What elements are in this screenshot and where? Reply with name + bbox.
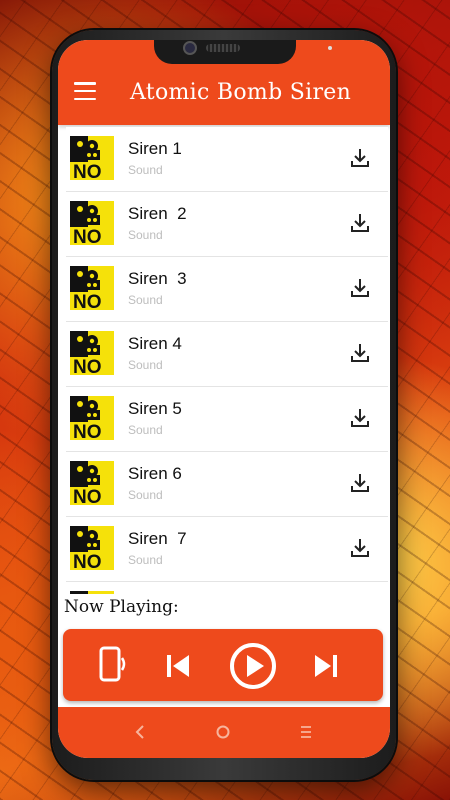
item-subtitle: Sound <box>128 423 163 437</box>
download-icon[interactable] <box>348 406 372 430</box>
item-title: Siren 2 <box>128 204 187 223</box>
item-subtitle: Sound <box>128 228 163 242</box>
svg-text:NO: NO <box>73 552 102 570</box>
download-icon[interactable] <box>348 146 372 170</box>
download-icon[interactable] <box>348 211 372 235</box>
list-item[interactable]: NO Siren 7 Sound <box>66 517 388 582</box>
now-playing-label: Now Playing: <box>64 597 179 617</box>
app-screen: Atomic Bomb Siren NO Siren 1 Sound NO Si… <box>58 40 390 758</box>
list-item[interactable]: NO Siren 5 Sound <box>66 387 388 452</box>
list-item[interactable]: NO Siren 6 Sound <box>66 452 388 517</box>
item-title: Siren 3 <box>128 269 187 288</box>
list-item[interactable]: NO Siren 2 Sound <box>66 192 388 257</box>
earpiece-speaker <box>206 44 240 52</box>
system-nav-bar <box>58 707 390 758</box>
download-icon[interactable] <box>348 276 372 300</box>
list-item[interactable]: NO Siren 3 Sound <box>66 257 388 322</box>
list-item-partial[interactable]: NO <box>66 582 388 594</box>
siren-thumbnail: NO <box>70 201 114 245</box>
play-circle-icon[interactable] <box>228 641 278 691</box>
app-title: Atomic Bomb Siren <box>130 80 352 105</box>
item-title: Siren 4 <box>128 334 182 353</box>
sound-list[interactable]: NO Siren 1 Sound NO Siren 2 Sound NO Sir… <box>66 127 388 632</box>
svg-text:NO: NO <box>73 227 102 245</box>
player-controls <box>63 629 383 701</box>
phone-vibrate-icon[interactable] <box>93 644 133 686</box>
svg-text:NO: NO <box>73 357 102 375</box>
download-icon[interactable] <box>348 471 372 495</box>
item-subtitle: Sound <box>128 358 163 372</box>
item-title: Siren 5 <box>128 399 182 418</box>
list-item[interactable]: NO Siren 1 Sound <box>66 127 388 192</box>
home-circle-icon[interactable] <box>213 724 233 740</box>
svg-text:NO: NO <box>73 487 102 505</box>
back-chevron-icon[interactable] <box>130 724 150 740</box>
item-title: Siren 6 <box>128 464 182 483</box>
siren-thumbnail: NO <box>70 331 114 375</box>
siren-thumbnail: NO <box>70 461 114 505</box>
list-item[interactable]: NO Siren 4 Sound <box>66 322 388 387</box>
front-camera <box>183 41 197 55</box>
siren-thumbnail: NO <box>70 591 114 594</box>
item-title: Siren 1 <box>128 139 182 158</box>
item-subtitle: Sound <box>128 553 163 567</box>
skip-previous-icon[interactable] <box>163 651 193 681</box>
download-icon[interactable] <box>348 341 372 365</box>
status-dot <box>328 46 332 50</box>
item-subtitle: Sound <box>128 488 163 502</box>
siren-thumbnail: NO <box>70 266 114 310</box>
svg-text:NO: NO <box>73 422 102 440</box>
recents-lines-icon[interactable] <box>296 724 316 740</box>
siren-thumbnail: NO <box>70 396 114 440</box>
download-icon[interactable] <box>348 536 372 560</box>
item-title: Siren 7 <box>128 529 187 548</box>
item-subtitle: Sound <box>128 163 163 177</box>
skip-next-icon[interactable] <box>311 651 341 681</box>
svg-text:NO: NO <box>73 162 102 180</box>
svg-text:NO: NO <box>73 292 102 310</box>
siren-thumbnail: NO <box>70 526 114 570</box>
item-subtitle: Sound <box>128 293 163 307</box>
hamburger-menu-icon[interactable] <box>74 82 96 100</box>
siren-thumbnail: NO <box>70 136 114 180</box>
